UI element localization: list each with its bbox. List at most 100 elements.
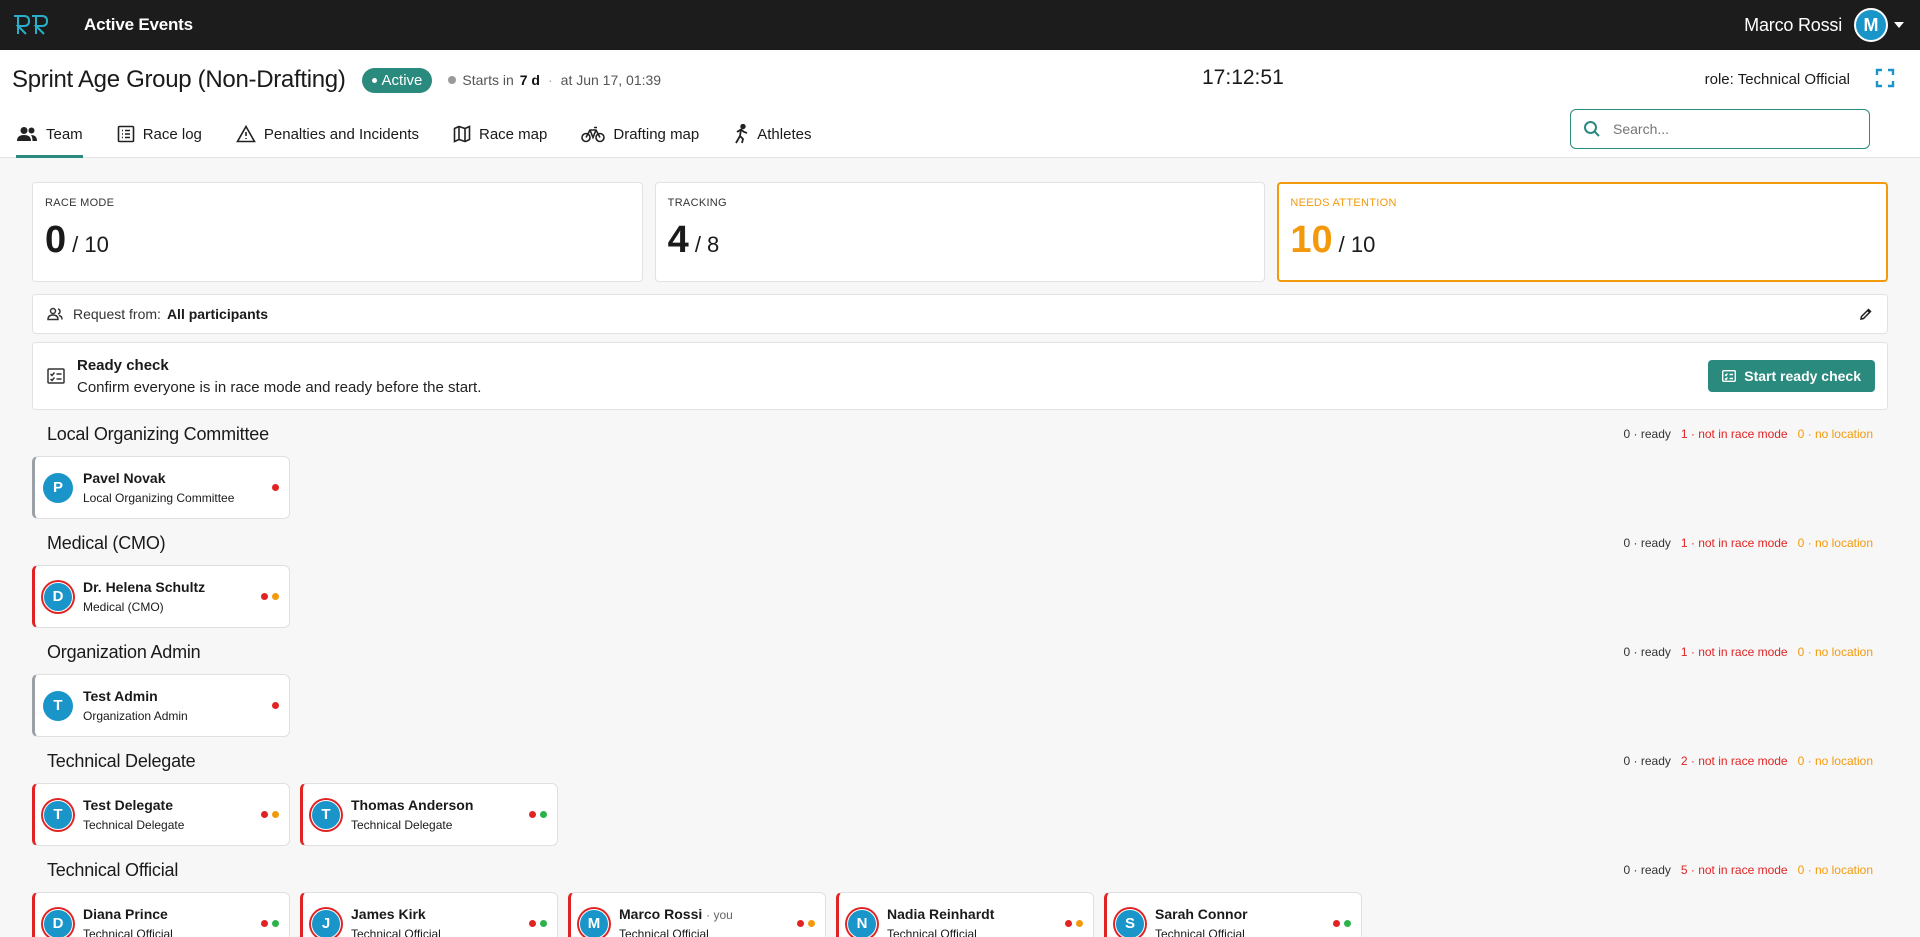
race-mode-off-dot (1333, 920, 1340, 927)
race-mode-off-dot (272, 702, 279, 709)
status-dots (261, 811, 279, 818)
member-cards: D Diana Prince Technical Official J Jame… (32, 892, 1888, 937)
team-group: Medical (CMO) 0 · ready 1 · not in race … (32, 529, 1888, 628)
member-name: Test Admin (83, 688, 158, 704)
list-icon (117, 125, 134, 143)
member-card[interactable]: P Pavel Novak Local Organizing Committee (32, 456, 290, 519)
tab-label: Penalties and Incidents (263, 125, 419, 143)
avatar: D (43, 908, 73, 937)
user-name[interactable]: Marco Rossi (1744, 15, 1842, 36)
race-mode-off-dot (261, 593, 268, 600)
tab-label: Athletes (757, 125, 812, 143)
stat-total: / 8 (694, 232, 720, 257)
app-title[interactable]: Active Events (84, 15, 193, 35)
race-mode-off-dot (797, 920, 804, 927)
avatar: T (43, 690, 73, 721)
user-role: role: Technical Official (1704, 71, 1850, 88)
tab-drafting-map[interactable]: Drafting map (581, 110, 699, 158)
group-not-race-mode-count: 1 · not in race mode (1680, 645, 1788, 659)
tab-race-log[interactable]: Race log (117, 110, 202, 158)
status-dots (529, 920, 547, 927)
location-ok-dot (272, 920, 279, 927)
people-icon (47, 307, 63, 321)
group-ready-count: 0 · ready (1623, 645, 1671, 659)
tab-race-map[interactable]: Race map (453, 110, 547, 158)
chevron-down-icon[interactable] (1894, 22, 1904, 28)
member-role: Technical Official (619, 927, 709, 937)
member-cards: T Test Delegate Technical Delegate T Tho… (32, 783, 1888, 846)
group-stats: 0 · ready 1 · not in race mode 0 · no lo… (1624, 427, 1873, 441)
stats-row: RACE MODE 0/ 10 TRACKING 4/ 8 NEEDS ATTE… (32, 182, 1889, 282)
location-warning-dot (272, 593, 279, 600)
map-icon (453, 125, 471, 143)
status-dots (272, 702, 279, 709)
runner-icon (735, 124, 748, 144)
stat-total: / 10 (72, 232, 109, 257)
group-title: Technical Delegate (47, 750, 196, 771)
member-name: Sarah Connor (1155, 906, 1248, 922)
member-card[interactable]: N Nadia Reinhardt Technical Official (836, 892, 1094, 937)
tab-athletes[interactable]: Athletes (733, 110, 811, 158)
group-stats: 0 · ready 5 · not in race mode 0 · no lo… (1624, 863, 1873, 877)
request-value: All participants (166, 306, 269, 322)
member-card[interactable]: T Thomas Anderson Technical Delegate (300, 783, 558, 846)
stat-needs-attention[interactable]: NEEDS ATTENTION 10/ 10 (1277, 182, 1889, 282)
member-name: Pavel Novak (83, 470, 166, 486)
fullscreen-icon[interactable] (1875, 68, 1895, 88)
starts-value: 7 d (519, 72, 540, 88)
stat-label: RACE MODE (45, 197, 115, 209)
team-icon (17, 127, 37, 141)
group-header: Organization Admin 0 · ready 1 · not in … (32, 638, 1888, 666)
member-name: Dr. Helena Schultz (83, 579, 206, 595)
group-header: Local Organizing Committee 0 · ready 1 ·… (32, 420, 1888, 448)
request-from-bar: Request from: All participants (32, 294, 1888, 334)
stat-value: 4 (667, 219, 689, 261)
member-card[interactable]: D Dr. Helena Schultz Medical (CMO) (32, 565, 290, 628)
member-name: Thomas Anderson (351, 797, 474, 813)
group-not-race-mode-count: 1 · not in race mode (1680, 427, 1788, 441)
edit-icon[interactable] (1859, 307, 1873, 321)
event-header: Sprint Age Group (Non-Drafting) Active S… (0, 50, 1920, 158)
start-ready-check-button[interactable]: Start ready check (1708, 360, 1875, 392)
member-card[interactable]: M Marco Rossi · you Technical Official (568, 892, 826, 937)
stat-label: NEEDS ATTENTION (1290, 197, 1397, 209)
tab-team[interactable]: Team (16, 110, 83, 158)
race-mode-off-dot (261, 920, 268, 927)
starts-label: Starts in (462, 72, 514, 88)
member-card[interactable]: D Diana Prince Technical Official (32, 892, 290, 937)
status-dots (1065, 920, 1083, 927)
member-cards: T Test Admin Organization Admin (32, 674, 1888, 737)
status-dots (272, 484, 279, 491)
tab-penalties[interactable]: Penalties and Incidents (236, 110, 419, 158)
group-ready-count: 0 · ready (1623, 427, 1671, 441)
status-label: Active (381, 71, 423, 89)
user-avatar[interactable]: M (1854, 8, 1888, 42)
status-dots (261, 593, 279, 600)
checklist-icon (1722, 370, 1737, 382)
group-no-location-count: 0 · no location (1797, 754, 1873, 768)
stat-race-mode: RACE MODE 0/ 10 (32, 182, 643, 282)
member-card[interactable]: S Sarah Connor Technical Official (1104, 892, 1362, 937)
search-box (1570, 109, 1870, 149)
status-dots (261, 920, 279, 927)
race-clock: 17:12:51 (1202, 66, 1284, 89)
member-card[interactable]: T Test Delegate Technical Delegate (32, 783, 290, 846)
search-input[interactable] (1613, 121, 1853, 137)
bike-icon (581, 126, 606, 143)
group-not-race-mode-count: 5 · not in race mode (1680, 863, 1788, 877)
member-name: Marco Rossi (619, 906, 703, 922)
avatar: D (43, 581, 73, 612)
ready-check-title: Ready check (77, 356, 169, 374)
member-name: Nadia Reinhardt (887, 906, 995, 922)
ready-check-panel: Ready check Confirm everyone is in race … (32, 342, 1888, 410)
member-card[interactable]: J James Kirk Technical Official (300, 892, 558, 937)
avatar: S (1115, 908, 1145, 937)
starts-at: at Jun 17, 01:39 (560, 72, 662, 88)
member-card[interactable]: T Test Admin Organization Admin (32, 674, 290, 737)
app-logo[interactable] (12, 10, 58, 40)
member-role: Organization Admin (83, 709, 188, 723)
ready-check-subtitle: Confirm everyone is in race mode and rea… (77, 378, 482, 396)
group-title: Medical (CMO) (47, 532, 166, 553)
tab-label: Race log (142, 125, 202, 143)
avatar: P (43, 472, 73, 503)
